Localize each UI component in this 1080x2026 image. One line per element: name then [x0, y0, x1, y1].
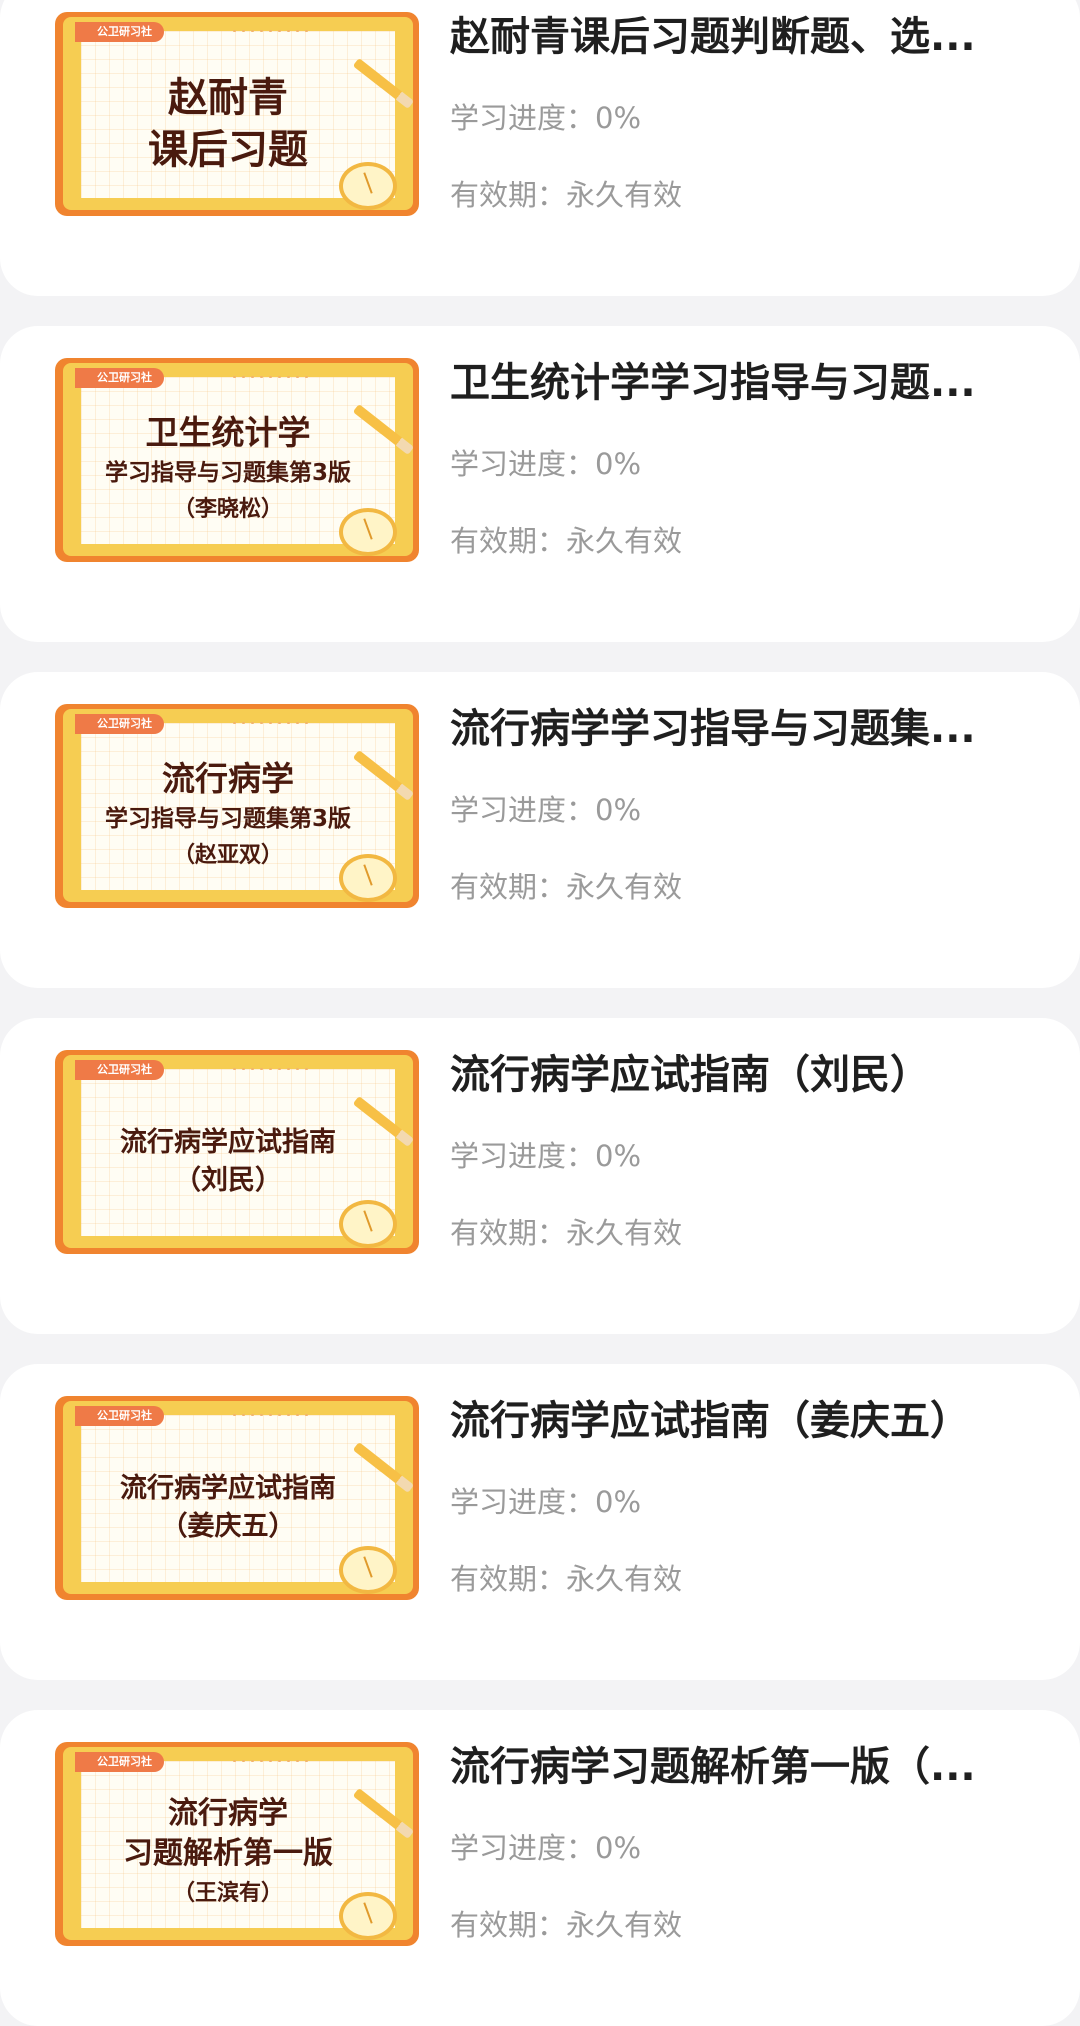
- course-title[interactable]: 流行病学学习指导与习题集...: [450, 696, 1010, 762]
- course-progress: 学习进度：0%: [450, 1482, 641, 1522]
- cover-title-line: 流行病学: [168, 1796, 288, 1831]
- cover-title-line: 流行病学应试指南: [120, 1473, 336, 1504]
- cover-dots-decoration: [230, 1412, 312, 1418]
- cover-dots-decoration: [230, 374, 312, 380]
- course-validity: 有效期：永久有效: [450, 867, 682, 907]
- validity-value: 永久有效: [566, 1216, 683, 1250]
- cover-title: 流行病学应试指南 （刘民）: [77, 1090, 379, 1234]
- course-cover[interactable]: 公卫研习社 流行病学习题解析第一版 （王滨有）: [55, 1742, 419, 1946]
- progress-label: 学习进度：: [450, 1831, 596, 1865]
- validity-value: 永久有效: [566, 1562, 683, 1596]
- cover-title: 流行病学应试指南 （姜庆五）: [77, 1436, 379, 1580]
- progress-value: 0%: [595, 101, 642, 135]
- pocket-watch-icon: [339, 162, 397, 210]
- cover-title-line: 课后习题: [148, 127, 308, 173]
- course-cover[interactable]: 公卫研习社 流行病学应试指南 （刘民）: [55, 1050, 419, 1254]
- progress-value: 0%: [595, 447, 642, 481]
- course-title[interactable]: 流行病学应试指南（姜庆五）: [450, 1388, 1010, 1454]
- progress-value: 0%: [595, 1139, 642, 1173]
- cover-title: 流行病学习题解析第一版 （王滨有）: [77, 1782, 379, 1926]
- validity-value: 永久有效: [566, 178, 683, 212]
- progress-value: 0%: [595, 1831, 642, 1865]
- course-validity: 有效期：永久有效: [450, 1905, 682, 1945]
- course-card[interactable]: 公卫研习社 卫生统计学学习指导与习题集第3版 （李晓松） 卫生统计学学习指导与习题…: [0, 326, 1080, 642]
- cover-title-line: （李晓松）: [172, 497, 283, 522]
- cover-dots-decoration: [230, 1758, 312, 1764]
- pocket-watch-icon: [339, 854, 397, 902]
- progress-label: 学习进度：: [450, 793, 596, 827]
- cover-title: 流行病学学习指导与习题集第3版 （赵亚双）: [77, 744, 379, 888]
- course-list: 公卫研习社 赵耐青 课后习题 赵耐青课后习题判断题、选... 学习进度：0% 有效…: [0, 0, 1080, 2026]
- cover-brand-tag: 公卫研习社: [75, 714, 164, 734]
- cover-title-line: 学习指导与习题集第3版: [104, 806, 351, 832]
- cover-title-line: 流行病学: [162, 759, 294, 798]
- validity-value: 永久有效: [566, 870, 683, 904]
- cover-title-line: 习题解析第一版: [123, 1836, 333, 1871]
- cover-title-line: （王滨有）: [172, 1881, 283, 1906]
- course-validity: 有效期：永久有效: [450, 521, 682, 561]
- progress-value: 0%: [595, 793, 642, 827]
- course-cover[interactable]: 公卫研习社 流行病学应试指南 （姜庆五）: [55, 1396, 419, 1600]
- validity-value: 永久有效: [566, 524, 683, 558]
- course-cover[interactable]: 公卫研习社 卫生统计学学习指导与习题集第3版 （李晓松）: [55, 358, 419, 562]
- course-card[interactable]: 公卫研习社 流行病学应试指南 （姜庆五） 流行病学应试指南 （姜庆五） 学习进度：0…: [0, 1364, 1080, 1680]
- cover-title-line: （姜庆五）: [160, 1511, 296, 1542]
- course-validity: 有效期：永久有效: [450, 1559, 682, 1599]
- course-title[interactable]: 赵耐青课后习题判断题、选...: [450, 4, 1010, 70]
- progress-label: 学习进度：: [450, 1485, 596, 1519]
- cover-title-line: 流行病学应试指南: [120, 1127, 336, 1158]
- cover-brand-tag: 公卫研习社: [75, 1752, 164, 1772]
- course-title[interactable]: 流行病学习题解析第一版（...: [450, 1734, 1010, 1800]
- cover-title-line: 赵耐青: [168, 75, 288, 121]
- course-progress: 学习进度：0%: [450, 98, 641, 138]
- course-progress: 学习进度：0%: [450, 1136, 641, 1176]
- course-validity: 有效期：永久有效: [450, 175, 682, 215]
- cover-brand-tag: 公卫研习社: [75, 1406, 164, 1426]
- course-progress: 学习进度：0%: [450, 790, 641, 830]
- cover-dots-decoration: [230, 1066, 312, 1072]
- validity-label: 有效期：: [450, 1216, 567, 1250]
- cover-title-line: （刘民）: [174, 1165, 282, 1196]
- cover-title: 赵耐青 课后习题: [77, 52, 379, 196]
- validity-label: 有效期：: [450, 1908, 567, 1942]
- validity-label: 有效期：: [450, 870, 567, 904]
- course-card[interactable]: 公卫研习社 流行病学学习指导与习题集第3版 （赵亚双） 流行病学学习指导与习题集.…: [0, 672, 1080, 988]
- progress-value: 0%: [595, 1485, 642, 1519]
- course-cover[interactable]: 公卫研习社 流行病学学习指导与习题集第3版 （赵亚双）: [55, 704, 419, 908]
- progress-label: 学习进度：: [450, 1139, 596, 1173]
- cover-title-line: 学习指导与习题集第3版: [104, 460, 351, 486]
- cover-brand-tag: 公卫研习社: [75, 368, 164, 388]
- course-cover[interactable]: 公卫研习社 赵耐青课后习题: [55, 12, 419, 216]
- pocket-watch-icon: [339, 1892, 397, 1940]
- course-progress: 学习进度：0%: [450, 1828, 641, 1868]
- cover-dots-decoration: [230, 28, 312, 34]
- pocket-watch-icon: [339, 1200, 397, 1248]
- validity-value: 永久有效: [566, 1908, 683, 1942]
- cover-dots-decoration: [230, 720, 312, 726]
- progress-label: 学习进度：: [450, 447, 596, 481]
- validity-label: 有效期：: [450, 178, 567, 212]
- course-card[interactable]: 公卫研习社 赵耐青课后习题 赵耐青课后习题判断题、选... 学习进度：0% 有效…: [0, 0, 1080, 296]
- progress-label: 学习进度：: [450, 101, 596, 135]
- cover-brand-tag: 公卫研习社: [75, 22, 164, 42]
- course-title[interactable]: 流行病学应试指南（刘民）: [450, 1042, 1010, 1108]
- course-card[interactable]: 公卫研习社 流行病学应试指南 （刘民） 流行病学应试指南（刘民） 学习进度：0% …: [0, 1018, 1080, 1334]
- course-validity: 有效期：永久有效: [450, 1213, 682, 1253]
- validity-label: 有效期：: [450, 524, 567, 558]
- pocket-watch-icon: [339, 508, 397, 556]
- cover-title: 卫生统计学学习指导与习题集第3版 （李晓松）: [77, 398, 379, 542]
- course-card[interactable]: 公卫研习社 流行病学习题解析第一版 （王滨有） 流行病学习题解析第一版（... 学…: [0, 1710, 1080, 2026]
- validity-label: 有效期：: [450, 1562, 567, 1596]
- course-title[interactable]: 卫生统计学学习指导与习题...: [450, 350, 1010, 416]
- cover-title-line: 卫生统计学: [145, 413, 311, 452]
- cover-brand-tag: 公卫研习社: [75, 1060, 164, 1080]
- course-progress: 学习进度：0%: [450, 444, 641, 484]
- cover-title-line: （赵亚双）: [172, 843, 283, 868]
- pocket-watch-icon: [339, 1546, 397, 1594]
